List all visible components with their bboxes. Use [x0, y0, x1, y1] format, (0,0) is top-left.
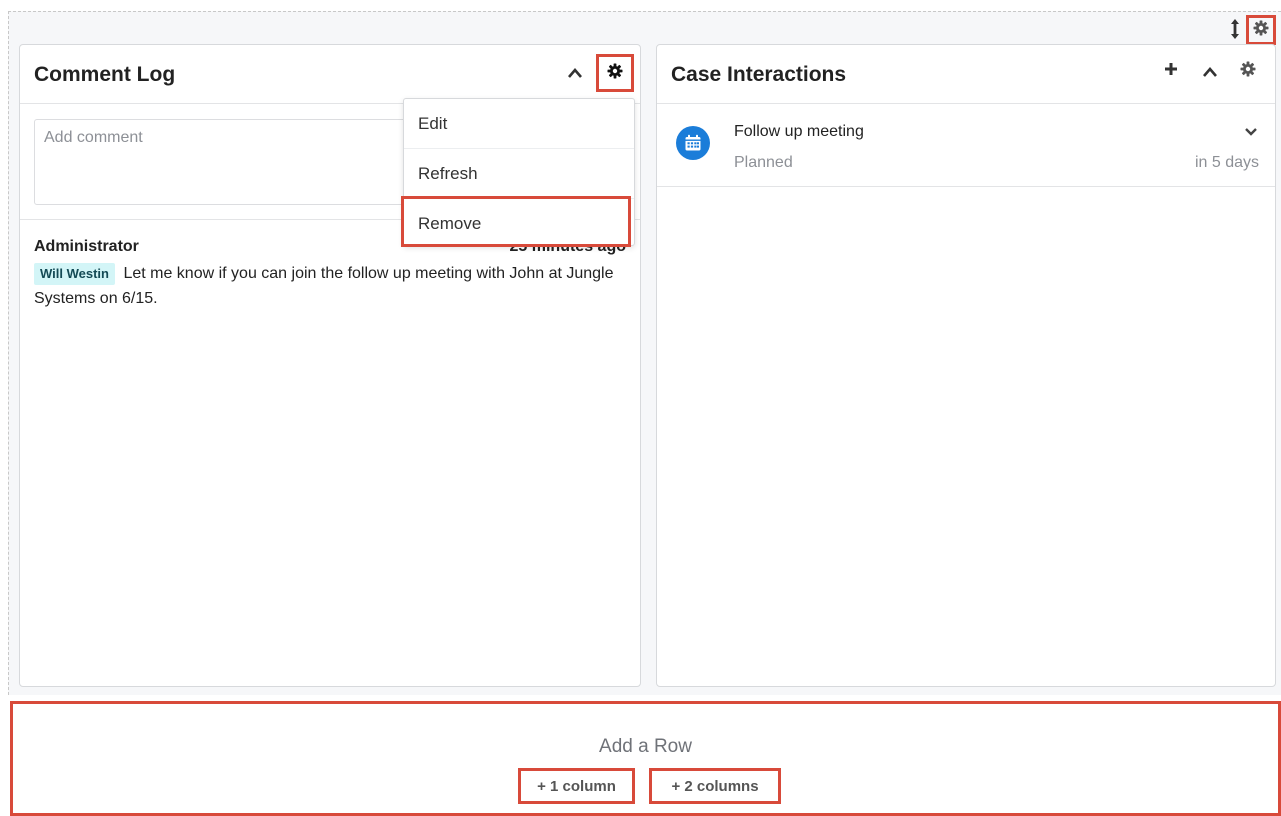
comment-body: Will Westin Let me know if you can join … [34, 261, 634, 311]
dashlet-settings-button[interactable] [596, 54, 634, 92]
gear-icon [607, 63, 623, 84]
gear-icon [1253, 20, 1269, 41]
row-settings-button[interactable] [1246, 15, 1276, 45]
case-interactions-dashlet: Case Interactions Follow up meeting Plan… [656, 44, 1276, 687]
expand-button[interactable] [1241, 123, 1261, 143]
menu-item-refresh[interactable]: Refresh [404, 149, 634, 199]
interaction-status: Planned [734, 154, 793, 171]
comment-text: Let me know if you can join the follow u… [34, 265, 614, 307]
chevron-up-icon [567, 66, 583, 84]
add-row-panel: Add a Row + 1 column + 2 columns [10, 701, 1281, 816]
dashlet-title: Comment Log [34, 63, 176, 86]
dashlet-header: Comment Log [20, 45, 640, 104]
comment-author: Administrator [34, 238, 139, 255]
dashlet-header: Case Interactions [657, 45, 1275, 104]
dashlet-settings-button[interactable] [1236, 59, 1260, 83]
add-one-column-button[interactable]: + 1 column [518, 768, 635, 804]
interaction-due: in 5 days [1194, 154, 1259, 171]
remove-highlight [401, 196, 631, 247]
add-row-title: Add a Row [599, 736, 692, 757]
resize-vertical-icon[interactable] [1228, 18, 1242, 40]
add-interaction-button[interactable] [1159, 59, 1183, 83]
user-mention-tag[interactable]: Will Westin [34, 263, 115, 285]
interaction-name[interactable]: Follow up meeting [734, 123, 864, 141]
chevron-up-icon [1202, 65, 1218, 83]
chevron-down-icon [1244, 124, 1258, 142]
menu-item-edit[interactable]: Edit [404, 99, 634, 149]
gear-icon [1240, 61, 1256, 82]
add-two-columns-button[interactable]: + 2 columns [649, 768, 781, 804]
list-item[interactable]: Follow up meeting Planned in 5 days [657, 104, 1275, 187]
calendar-icon [676, 126, 710, 160]
row-toolbar [1228, 17, 1242, 41]
collapse-button[interactable] [1198, 62, 1222, 86]
add-comment-placeholder: Add comment [44, 129, 143, 146]
collapse-button[interactable] [563, 63, 587, 87]
dashlet-title: Case Interactions [671, 63, 847, 86]
plus-icon [1164, 62, 1178, 81]
